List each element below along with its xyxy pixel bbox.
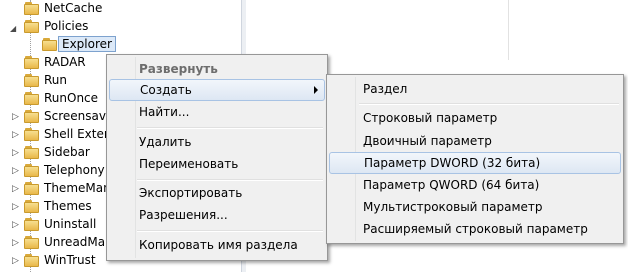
folder-open-icon — [24, 20, 40, 33]
menu-item-find[interactable]: Найти... — [109, 101, 325, 123]
tree-expander[interactable] — [12, 76, 20, 86]
folder-icon — [24, 128, 40, 141]
tree-item-explorer[interactable]: Explorer — [0, 36, 240, 54]
tree-item-label: UnreadMail — [44, 235, 112, 249]
folder-icon — [24, 254, 40, 267]
tree-item-label: NetCache — [44, 1, 103, 15]
tree-item-label: WinTrust — [44, 253, 96, 267]
menu-item-delete[interactable]: Удалить — [109, 131, 325, 153]
folder-icon — [24, 110, 40, 123]
menu-separator — [359, 103, 619, 105]
folder-icon — [24, 146, 40, 159]
menu-item-rename[interactable]: Переименовать — [109, 153, 325, 175]
expand-triangle-icon[interactable]: ▷ — [12, 184, 20, 194]
folder-icon — [24, 56, 40, 69]
submenu-item-expandable-string-value[interactable]: Расширяемый строковый параметр — [329, 218, 621, 240]
menu-item-create[interactable]: Создать — [109, 79, 325, 101]
menu-separator — [137, 127, 323, 129]
folder-icon — [24, 236, 40, 249]
folder-icon — [24, 74, 40, 87]
expand-triangle-icon[interactable]: ▷ — [12, 220, 20, 230]
tree-item-label: Run — [44, 73, 68, 87]
create-submenu: Раздел Строковый параметр Двоичный парам… — [326, 74, 624, 244]
folder-icon — [42, 38, 58, 51]
menu-separator — [137, 230, 323, 232]
menu-item-permissions[interactable]: Разрешения... — [109, 204, 325, 226]
submenu-item-qword-value[interactable]: Параметр QWORD (64 бита) — [329, 174, 621, 196]
menu-separator — [137, 179, 323, 181]
tree-expander[interactable] — [12, 94, 20, 104]
expand-triangle-icon[interactable]: ▷ — [12, 256, 20, 266]
folder-icon — [24, 218, 40, 231]
tree-item-label: RADAR — [44, 55, 86, 69]
expand-triangle-icon[interactable]: ▷ — [12, 112, 20, 122]
tree-item-netcache[interactable]: NetCache — [0, 0, 240, 18]
tree-expander[interactable] — [12, 58, 20, 68]
menu-item-export[interactable]: Экспортировать — [109, 182, 325, 204]
folder-icon — [24, 182, 40, 195]
folder-icon — [24, 164, 40, 177]
expand-triangle-icon[interactable]: ▷ — [12, 202, 20, 212]
submenu-item-string-value[interactable]: Строковый параметр — [329, 107, 621, 129]
menu-item-label: Создать — [140, 83, 192, 97]
column-separator — [508, 0, 509, 60]
tree-item-label: ThemeMan — [44, 181, 111, 195]
menu-item-copy-key-name[interactable]: Копировать имя раздела — [109, 234, 325, 256]
submenu-item-binary-value[interactable]: Двоичный параметр — [329, 130, 621, 152]
tree-item-label: Sidebar — [44, 145, 90, 159]
tree-item-label-selected: Explorer — [58, 36, 116, 52]
tree-item-policies[interactable]: ◢ Policies — [0, 18, 240, 36]
context-menu: Развернуть Создать Найти... Удалить Пере… — [106, 54, 328, 261]
expand-triangle-icon[interactable]: ▷ — [12, 148, 20, 158]
collapse-triangle-icon[interactable]: ◢ — [10, 24, 18, 34]
submenu-item-dword-value[interactable]: Параметр DWORD (32 бита) — [329, 152, 621, 174]
submenu-item-key[interactable]: Раздел — [329, 78, 621, 100]
submenu-arrow-icon — [314, 86, 318, 94]
folder-icon — [24, 200, 40, 213]
expand-triangle-icon[interactable]: ▷ — [12, 238, 20, 248]
tree-item-label: Themes — [44, 199, 92, 213]
tree-expander[interactable] — [12, 4, 20, 14]
menu-item-expand[interactable]: Развернуть — [109, 58, 325, 80]
folder-icon — [24, 2, 40, 15]
tree-item-label: Policies — [44, 19, 89, 33]
expand-triangle-icon[interactable]: ▷ — [12, 166, 20, 176]
folder-icon — [24, 92, 40, 105]
tree-item-label: Uninstall — [44, 217, 97, 231]
tree-item-label: RunOnce — [44, 91, 99, 105]
tree-item-label: Telephony — [44, 163, 105, 177]
expand-triangle-icon[interactable]: ▷ — [12, 130, 20, 140]
submenu-item-multi-string-value[interactable]: Мультистроковый параметр — [329, 196, 621, 218]
